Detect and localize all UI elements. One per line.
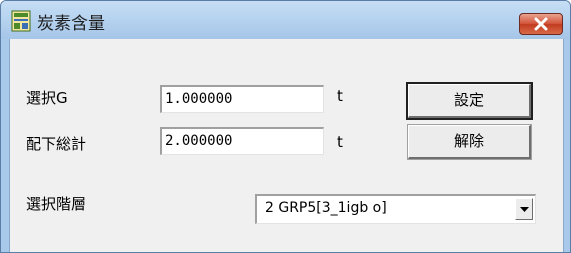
- subtotal-input[interactable]: 2.000000: [160, 127, 324, 155]
- layer-select[interactable]: 2 GRP5[3_1igb o]: [255, 194, 536, 224]
- window-title: 炭素含量: [37, 14, 105, 34]
- chevron-down-icon: [520, 207, 529, 212]
- subtotal-unit: t: [337, 133, 343, 151]
- dialog-client-area: 選択G 1.000000 t 配下総計 2.000000 t 設定 解除 選択階…: [9, 39, 564, 252]
- release-button[interactable]: 解除: [407, 124, 532, 160]
- close-icon: [534, 17, 548, 31]
- dropdown-button[interactable]: [515, 198, 533, 220]
- close-button[interactable]: [519, 13, 563, 35]
- selected-g-label: 選択G: [26, 89, 68, 107]
- layer-label: 選択階層: [26, 195, 87, 213]
- set-button[interactable]: 設定: [406, 82, 533, 120]
- selected-g-input[interactable]: 1.000000: [160, 85, 324, 113]
- selected-g-unit: t: [337, 87, 343, 105]
- subtotal-label: 配下総計: [26, 135, 87, 153]
- app-icon: [11, 10, 31, 32]
- title-bar[interactable]: 炭素含量: [1, 1, 570, 39]
- layer-select-value: 2 GRP5[3_1igb o]: [265, 200, 387, 216]
- dialog-window: 炭素含量 選択G 1.000000 t 配下総計 2.000000 t 設定 解…: [0, 0, 571, 253]
